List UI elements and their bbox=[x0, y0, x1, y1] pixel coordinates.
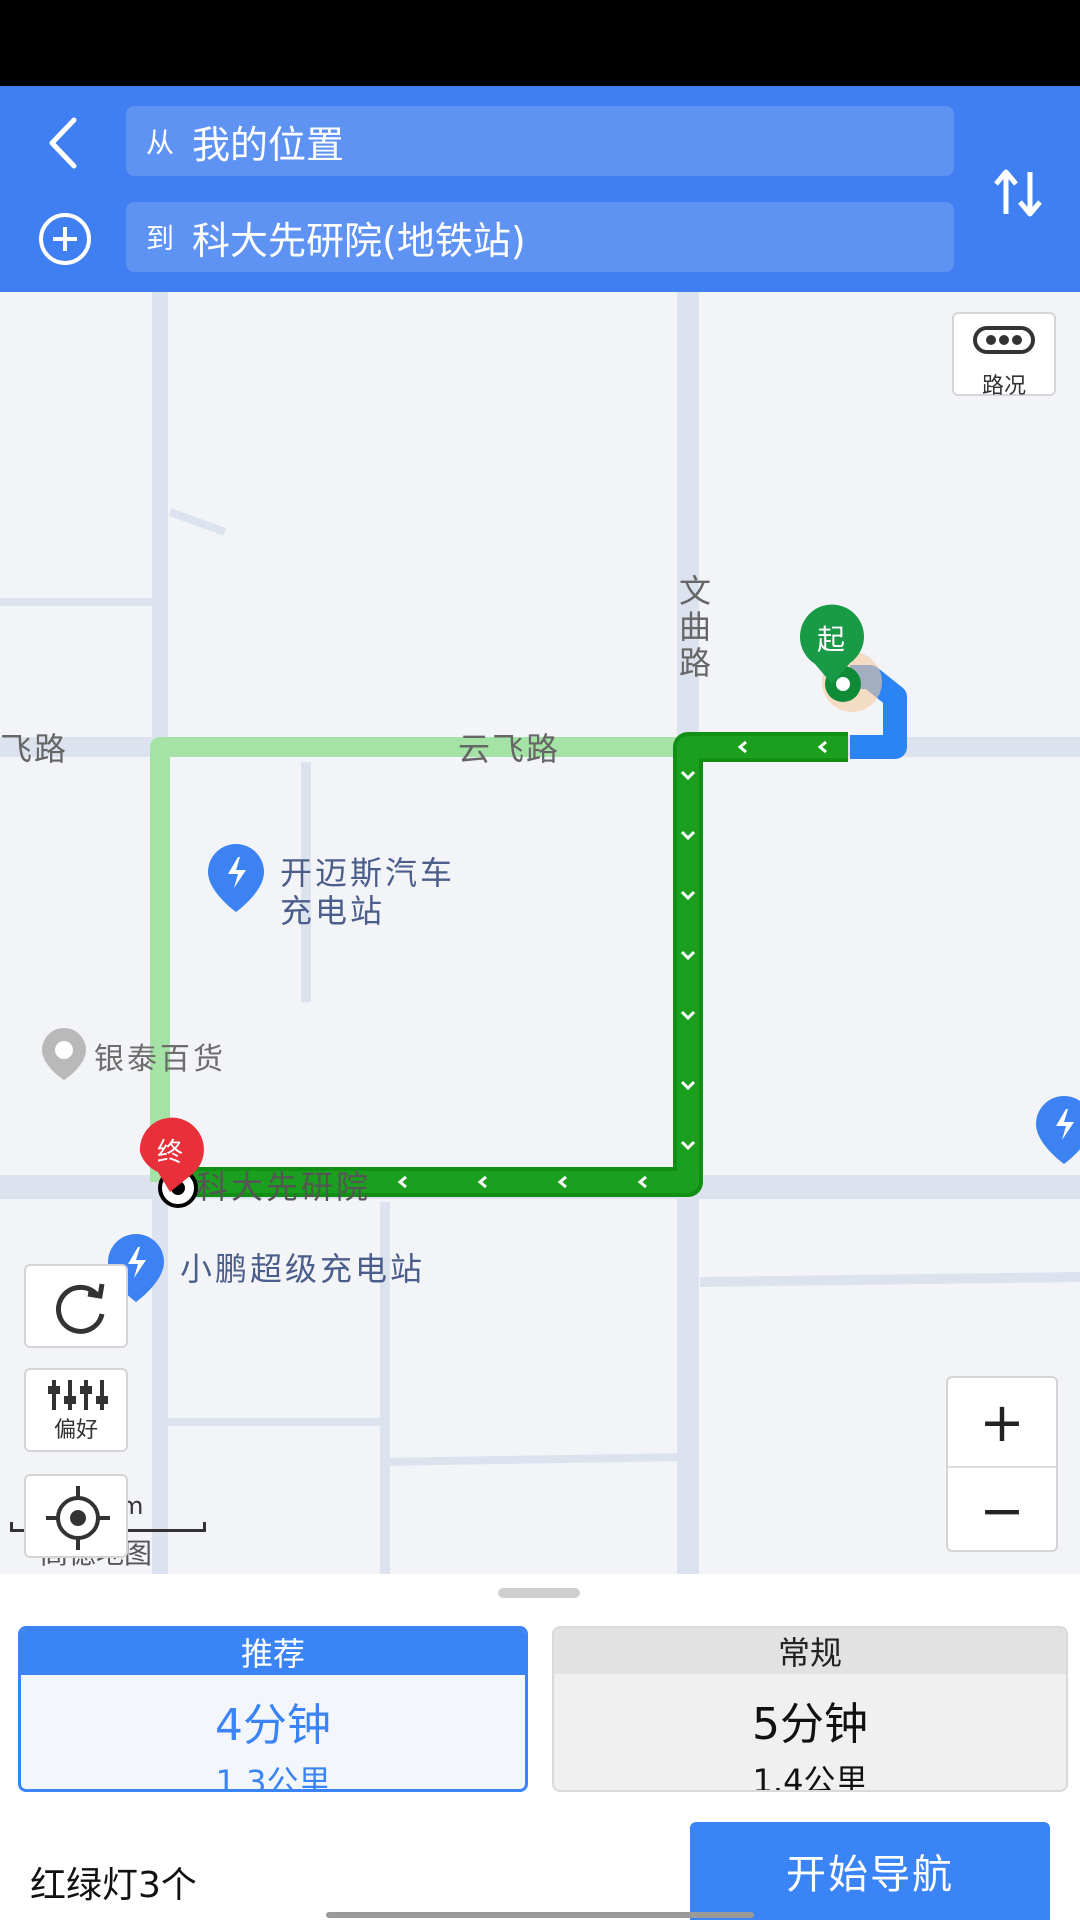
plus-circle-icon bbox=[39, 213, 91, 265]
road-label-yunfei-left: 飞路 bbox=[0, 730, 69, 768]
end-marker-label: 终 bbox=[156, 1138, 183, 1168]
home-indicator[interactable] bbox=[326, 1912, 754, 1918]
start-navigation-button[interactable]: 开始导航 bbox=[690, 1822, 1050, 1920]
store-pin bbox=[42, 1028, 86, 1080]
drag-handle[interactable] bbox=[498, 1588, 580, 1598]
zoom-control: + − bbox=[946, 1376, 1058, 1552]
traffic-icon bbox=[973, 326, 1035, 354]
route-distance: 1.3公里 bbox=[215, 1763, 331, 1792]
preference-button[interactable]: 偏好 bbox=[24, 1368, 128, 1452]
route-distance: 1.4公里 bbox=[752, 1762, 868, 1792]
alternate-route bbox=[150, 737, 688, 1182]
selected-route-fill bbox=[165, 736, 848, 1193]
route-option-recommended[interactable]: 推荐 4分钟 1.3公里 bbox=[18, 1626, 528, 1792]
destination-field[interactable]: 到 科大先研院(地铁站) bbox=[126, 202, 954, 272]
traffic-toggle-button[interactable]: 路况 bbox=[952, 312, 1056, 399]
map-view[interactable]: 飞路 云飞路 文曲路 开迈斯汽车充电站 银泰百货 科大先研院 小鹏超级充电站 起… bbox=[0, 292, 1080, 1574]
traffic-label: 路况 bbox=[981, 374, 1026, 399]
selected-route bbox=[165, 732, 848, 1197]
charging-pin-1 bbox=[208, 844, 264, 912]
start-marker-label: 起 bbox=[816, 623, 845, 656]
route-tag: 常规 bbox=[554, 1628, 1066, 1674]
origin-field[interactable]: 从 我的位置 bbox=[126, 106, 954, 176]
traffic-light-count: 红绿灯3个 bbox=[30, 1865, 197, 1906]
poi-label-destination[interactable]: 科大先研院 bbox=[196, 1168, 371, 1206]
zoom-in-button[interactable]: + bbox=[948, 1378, 1056, 1466]
poi-label-store[interactable]: 银泰百货 bbox=[94, 1034, 226, 1078]
add-waypoint-button[interactable] bbox=[30, 204, 100, 274]
destination-prefix: 到 bbox=[146, 222, 175, 255]
status-bar bbox=[0, 0, 1080, 86]
charging-pin-3 bbox=[1036, 1096, 1080, 1164]
route-tag: 推荐 bbox=[21, 1629, 525, 1675]
route-panel: 推荐 4分钟 1.3公里 常规 5分钟 1.4公里 红绿灯3个 开始导航 bbox=[0, 1574, 1080, 1920]
preference-label: 偏好 bbox=[53, 1418, 98, 1443]
origin-value: 我的位置 bbox=[192, 122, 345, 167]
poi-label-charging-2[interactable]: 小鹏超级充电站 bbox=[180, 1250, 425, 1288]
chevron-left-icon bbox=[49, 117, 77, 169]
locate-button[interactable] bbox=[24, 1474, 128, 1558]
route-time: 4分钟 bbox=[215, 1700, 331, 1751]
road-label-yunfei: 云飞路 bbox=[458, 730, 561, 768]
map-base bbox=[0, 292, 1080, 1574]
refresh-icon bbox=[56, 1283, 105, 1334]
refresh-button[interactable] bbox=[24, 1264, 128, 1348]
locate-icon bbox=[46, 1486, 110, 1550]
route-header: 从 我的位置 到 科大先研院(地铁站) bbox=[0, 86, 1080, 292]
route-time: 5分钟 bbox=[752, 1699, 868, 1750]
swap-arrows-icon bbox=[994, 169, 1042, 217]
zoom-out-button[interactable]: − bbox=[948, 1468, 1056, 1552]
destination-value: 科大先研院(地铁站) bbox=[192, 218, 526, 263]
origin-prefix: 从 bbox=[146, 126, 175, 159]
swap-button[interactable] bbox=[990, 162, 1046, 224]
route-direction-arrows bbox=[397, 740, 827, 1189]
poi-label-charging-1[interactable]: 开迈斯汽车充电站 bbox=[280, 854, 480, 930]
road-label-wenqu: 文曲路 bbox=[674, 574, 712, 682]
route-option-regular[interactable]: 常规 5分钟 1.4公里 bbox=[552, 1626, 1068, 1792]
back-button[interactable] bbox=[30, 108, 100, 178]
